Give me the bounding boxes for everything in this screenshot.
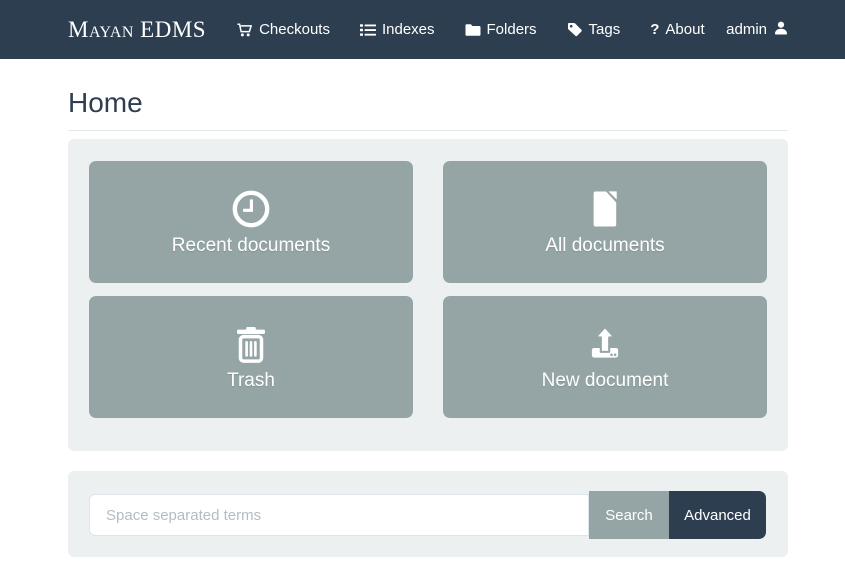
question-mark-icon: ? <box>650 22 659 37</box>
brand-logo[interactable]: Mayan EDMS <box>68 18 206 41</box>
nav-item-label: Checkouts <box>259 21 330 38</box>
search-form: Search Advanced <box>89 491 766 539</box>
nav-item-label: About <box>665 21 704 38</box>
main-navigation: Checkouts Indexes Folders <box>236 21 705 38</box>
tag-icon <box>567 22 583 38</box>
user-menu[interactable]: admin <box>726 20 789 40</box>
recent-documents-button[interactable]: Recent documents <box>89 161 413 283</box>
nav-item-indexes[interactable]: Indexes <box>360 21 435 38</box>
dashboard-panel: Recent documents All documents <box>68 139 788 451</box>
search-input[interactable] <box>89 494 589 536</box>
title-divider <box>68 130 788 131</box>
new-document-button[interactable]: New document <box>443 296 767 418</box>
nav-item-about[interactable]: ? About <box>650 21 704 38</box>
trash-icon <box>230 323 272 365</box>
navbar: Mayan EDMS Checkouts <box>0 0 845 59</box>
nav-item-folders[interactable]: Folders <box>465 21 537 38</box>
clock-icon <box>230 188 272 230</box>
nav-item-label: Tags <box>589 21 621 38</box>
search-panel: Search Advanced <box>68 471 788 557</box>
nav-item-tags[interactable]: Tags <box>567 21 621 38</box>
document-icon <box>584 188 626 230</box>
search-button[interactable]: Search <box>589 491 669 539</box>
folder-icon <box>465 22 481 38</box>
tile-label: All documents <box>545 235 664 257</box>
tile-grid: Recent documents All documents <box>89 161 767 418</box>
nav-item-label: Indexes <box>382 21 435 38</box>
nav-item-label: Folders <box>487 21 537 38</box>
advanced-search-button[interactable]: Advanced <box>669 491 766 539</box>
upload-icon <box>584 323 626 365</box>
main-content: Home Recent documents <box>68 88 788 557</box>
all-documents-button[interactable]: All documents <box>443 161 767 283</box>
list-icon <box>360 22 376 38</box>
user-menu-label: admin <box>726 21 767 38</box>
tile-label: Trash <box>227 370 275 392</box>
page-title: Home <box>68 88 788 117</box>
trash-button[interactable]: Trash <box>89 296 413 418</box>
tile-label: New document <box>542 370 669 392</box>
shopping-cart-icon <box>236 22 253 38</box>
nav-item-checkouts[interactable]: Checkouts <box>236 21 330 38</box>
tile-label: Recent documents <box>172 235 330 257</box>
user-icon <box>773 20 789 40</box>
